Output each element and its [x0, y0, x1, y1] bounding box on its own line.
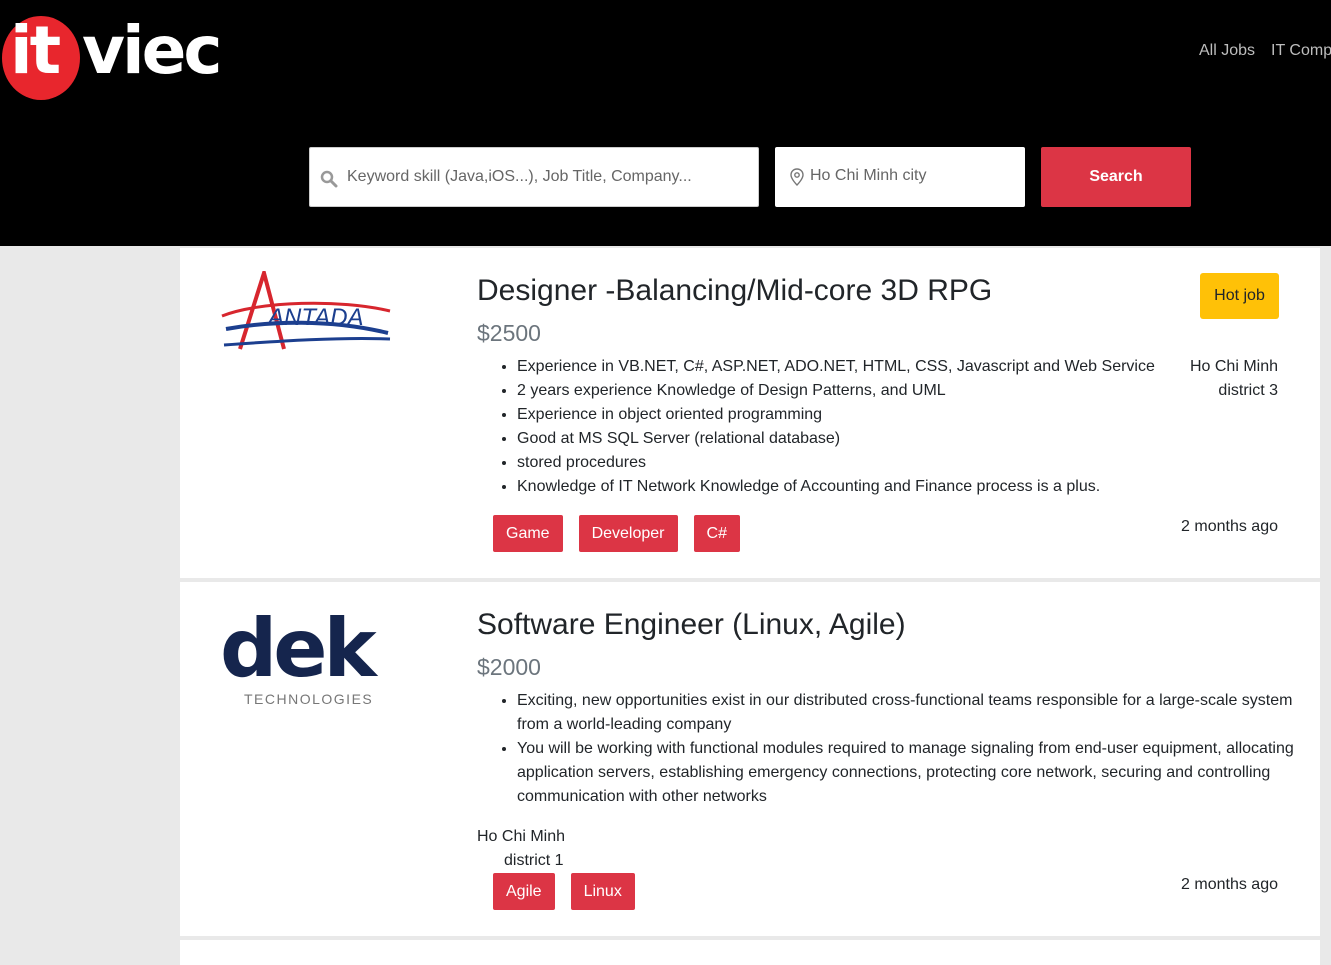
antada-logo-text: ANTADA	[266, 304, 364, 331]
itviec-logo[interactable]: it viec	[0, 8, 230, 100]
requirement-item: stored procedures	[517, 451, 1157, 475]
job-salary: $2500	[477, 320, 541, 346]
search-button[interactable]: Search	[1041, 147, 1191, 207]
dek-company-logo[interactable]: dek TECHNOLOGIES	[220, 604, 392, 708]
keyword-search-box	[309, 147, 759, 207]
job-district: district 1	[504, 852, 564, 869]
nav-it-companies[interactable]: IT Comp	[1271, 42, 1331, 60]
job-card[interactable]: ANTADA Designer -Balancing/Mid-core 3D R…	[180, 248, 1320, 578]
skill-tag[interactable]: Game	[493, 515, 563, 552]
requirement-item: 2 years experience Knowledge of Design P…	[517, 379, 1157, 403]
requirement-item: Exciting, new opportunities exist in our…	[517, 689, 1297, 737]
job-location: Ho Chi Minh district 1	[477, 825, 565, 873]
requirement-item: Knowledge of IT Network Knowledge of Acc…	[517, 475, 1157, 499]
requirement-item: Experience in object oriented programmin…	[517, 403, 1157, 427]
dek-logo-text: dek	[220, 604, 379, 695]
site-header: it viec All Jobs IT Comp Ho Chi Minh cit…	[0, 0, 1331, 246]
search-icon	[320, 170, 338, 188]
job-salary: $2000	[477, 654, 541, 680]
job-district: district 3	[1218, 382, 1278, 399]
skill-tag[interactable]: Developer	[578, 515, 678, 552]
dek-logo-sub: TECHNOLOGIES	[244, 691, 373, 707]
posted-time: 2 months ago	[1181, 518, 1278, 535]
nav-all-jobs[interactable]: All Jobs	[1199, 42, 1255, 60]
requirement-item: You will be working with functional modu…	[517, 737, 1297, 809]
top-navigation: All Jobs IT Comp	[1199, 42, 1331, 60]
job-title[interactable]: Software Engineer (Linux, Agile)	[477, 608, 906, 642]
job-card[interactable]: dek TECHNOLOGIES Software Engineer (Linu…	[180, 582, 1320, 936]
keyword-search-input[interactable]	[347, 148, 747, 206]
job-requirements: Experience in VB.NET, C#, ASP.NET, ADO.N…	[517, 355, 1157, 499]
job-location: Ho Chi Minh district 3	[1190, 355, 1278, 403]
job-city: Ho Chi Minh	[477, 828, 566, 845]
skill-tag[interactable]: Linux	[570, 873, 635, 910]
map-pin-icon	[790, 168, 804, 186]
job-title[interactable]: Designer -Balancing/Mid-core 3D RPG	[477, 274, 992, 308]
antada-company-logo[interactable]: ANTADA	[220, 271, 392, 353]
requirement-item: Experience in VB.NET, C#, ASP.NET, ADO.N…	[517, 355, 1157, 379]
skill-tag[interactable]: Agile	[493, 873, 555, 910]
job-requirements: Exciting, new opportunities exist in our…	[517, 689, 1297, 809]
logo-it-text: it	[10, 12, 61, 89]
location-select[interactable]: Ho Chi Minh city	[775, 147, 1025, 207]
posted-time: 2 months ago	[1181, 876, 1278, 893]
skill-tags: Agile Linux	[493, 873, 635, 910]
requirement-item: Good at MS SQL Server (relational databa…	[517, 427, 1157, 451]
hot-job-badge: Hot job	[1200, 273, 1279, 319]
skill-tags: Game Developer C#	[493, 515, 740, 552]
logo-viec-text: viec	[82, 12, 223, 89]
job-city: Ho Chi Minh	[1189, 358, 1278, 375]
location-value: Ho Chi Minh city	[810, 167, 927, 184]
skill-tag[interactable]: C#	[693, 515, 740, 552]
job-card[interactable]	[180, 940, 1320, 965]
